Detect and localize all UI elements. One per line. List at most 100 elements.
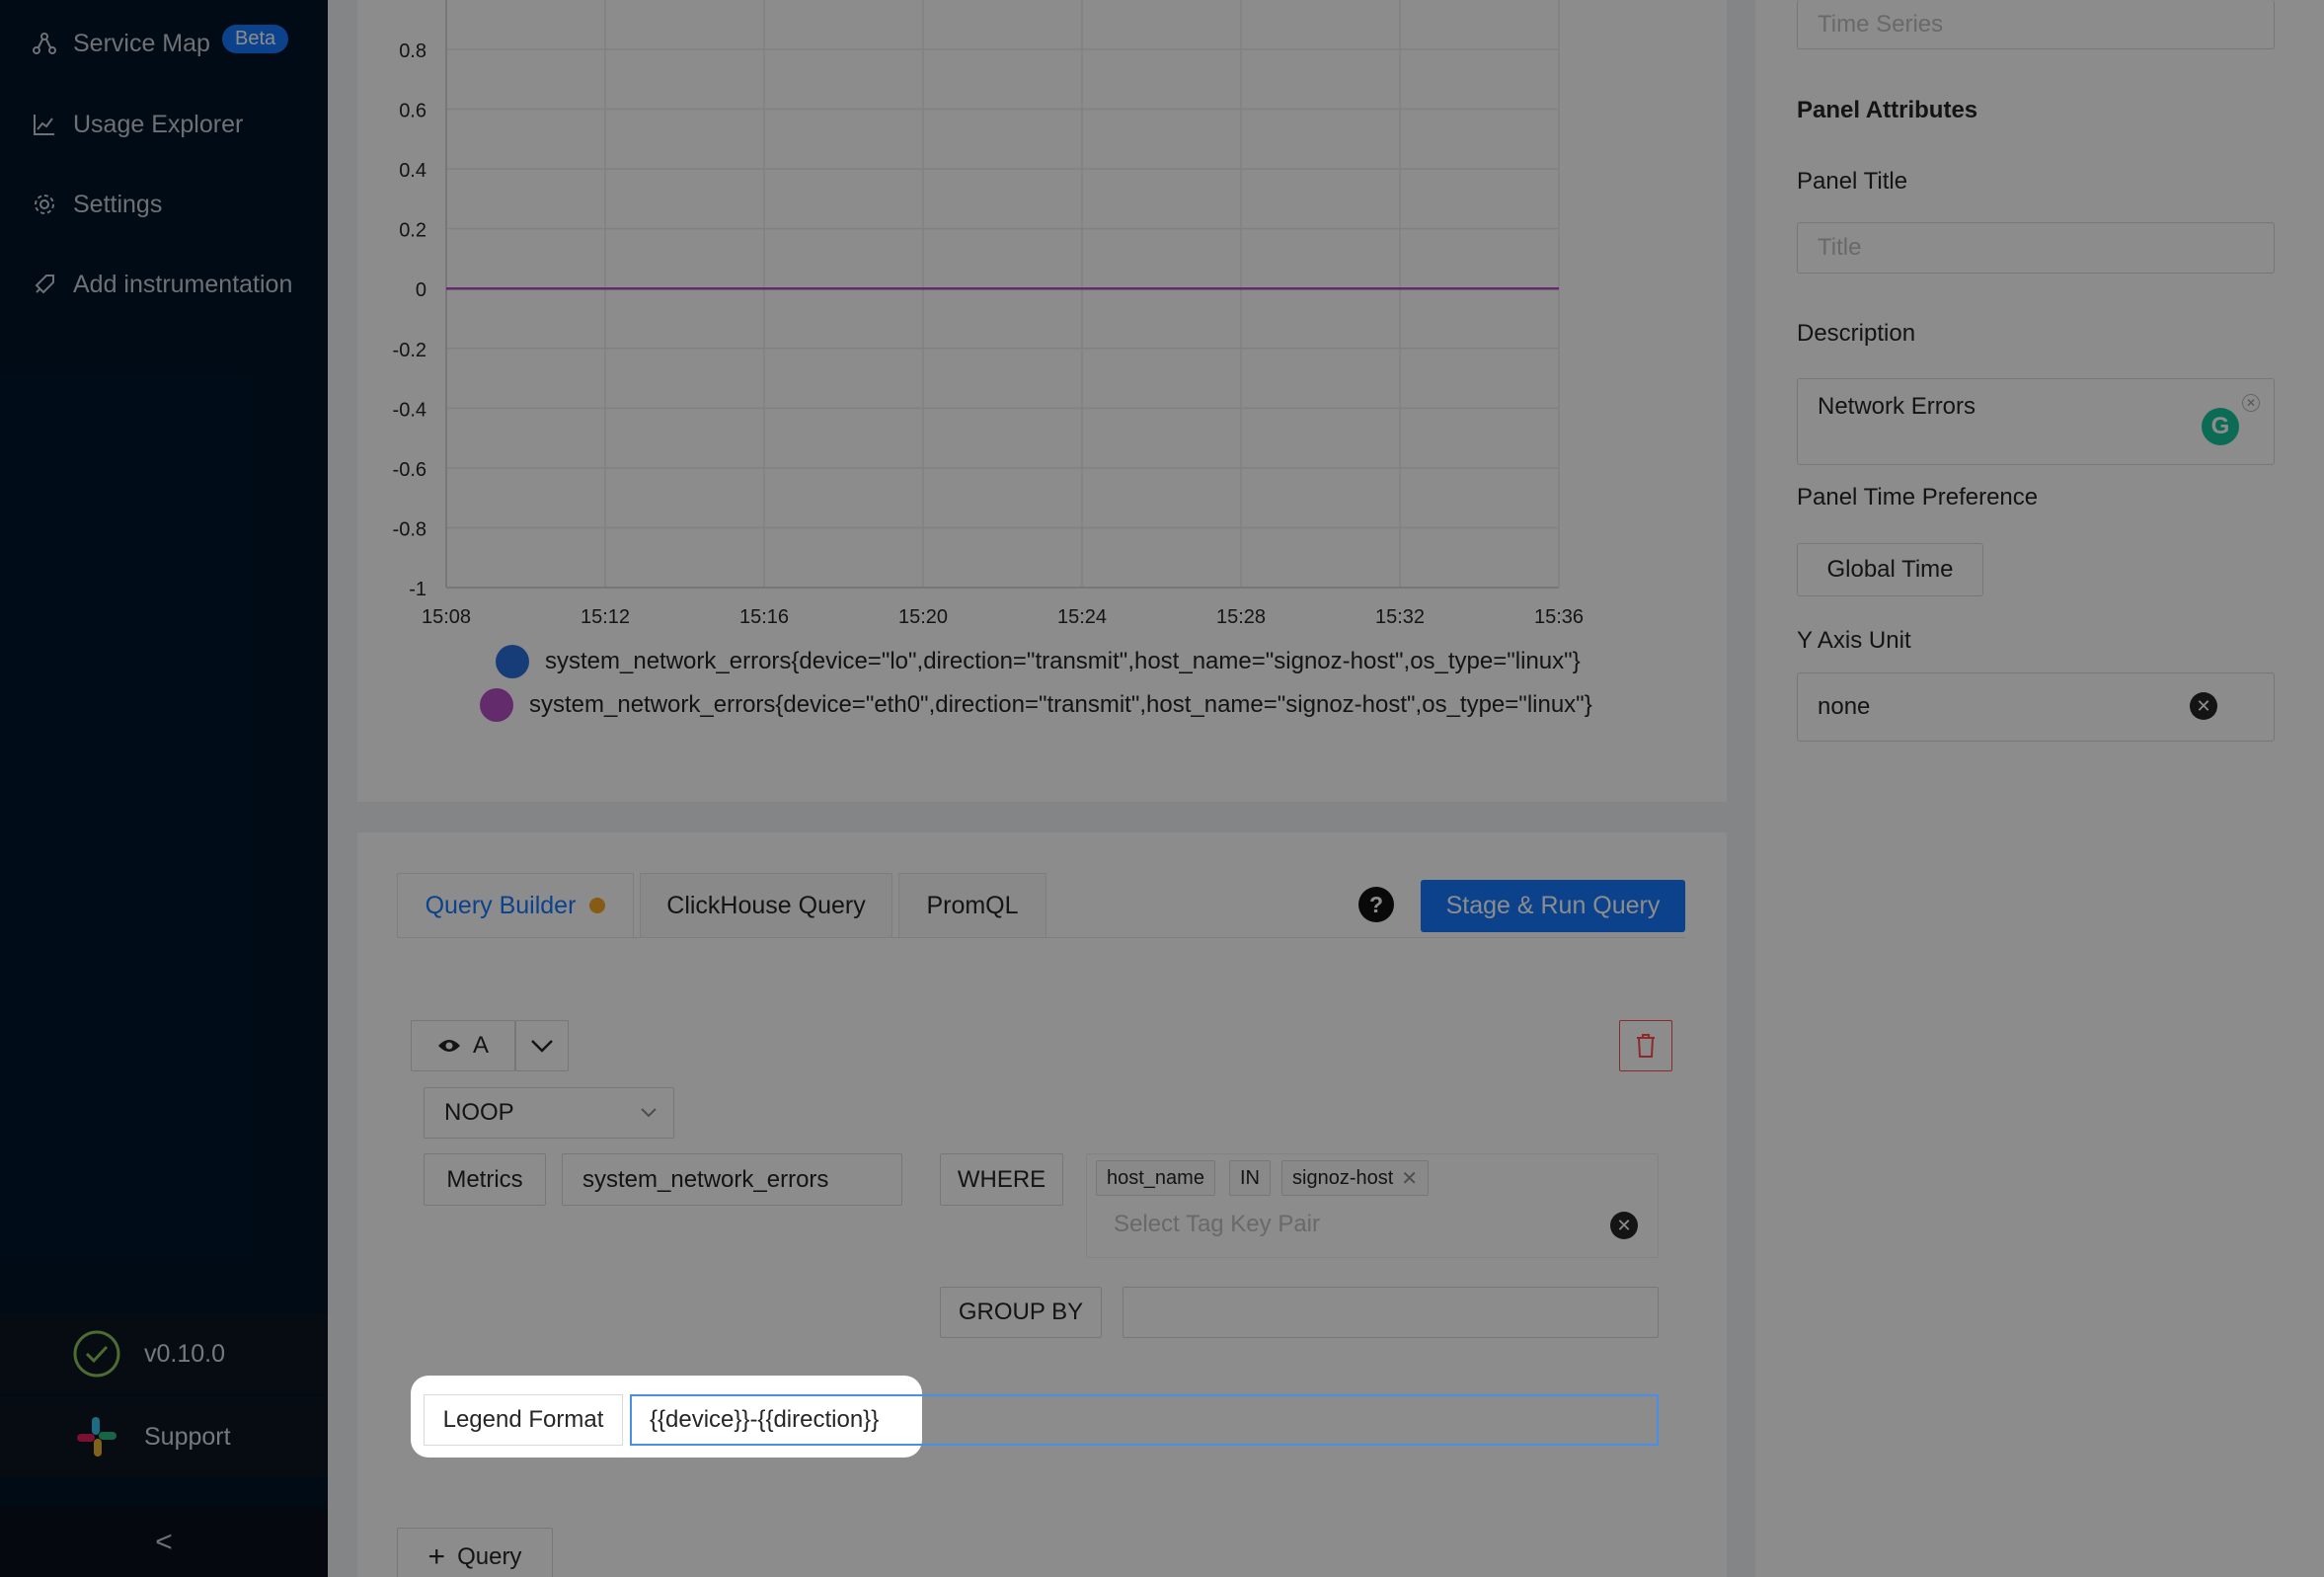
clear-icon[interactable]: ✕ <box>2190 692 2217 720</box>
metric-name-input[interactable]: system_network_errors <box>562 1153 902 1206</box>
sidebar: Service Map Beta Usage Explorer Settings… <box>0 0 328 1577</box>
sidebar-item-label: Settings <box>73 190 163 218</box>
legend-dot <box>480 688 513 722</box>
x-tick-label: 15:36 <box>1534 606 1584 628</box>
rocket-icon <box>30 270 59 299</box>
trash-icon <box>1637 1034 1655 1058</box>
chevron-down-icon <box>531 1040 553 1053</box>
y-tick-label: -1 <box>409 579 426 600</box>
panel-type-select[interactable]: Time Series <box>1797 0 2275 49</box>
legend-label: system_network_errors{device="lo",direct… <box>545 648 1581 674</box>
y-tick-label: -0.2 <box>393 340 426 361</box>
tab-divider <box>397 937 1685 938</box>
sidebar-item-usage-explorer[interactable]: Usage Explorer <box>0 95 328 154</box>
time-preference-button[interactable]: Global Time <box>1797 543 1983 596</box>
close-icon[interactable]: ✕ <box>2242 394 2260 412</box>
description-value: Network Errors <box>1818 393 1976 420</box>
x-tick-label: 15:28 <box>1216 606 1266 628</box>
panel-attributes-title: Panel Attributes <box>1797 97 1978 123</box>
delete-query-button[interactable] <box>1619 1020 1672 1071</box>
group-by-input[interactable] <box>1123 1287 1659 1338</box>
y-tick-label: 0.6 <box>399 101 426 122</box>
panel-type-value: Time Series <box>1818 10 1944 38</box>
panel-title-placeholder: Title <box>1818 234 1862 261</box>
unsaved-dot <box>589 898 606 913</box>
legend-item[interactable]: system_network_errors{device="lo",direct… <box>496 645 1581 678</box>
x-tick-label: 15:32 <box>1375 606 1425 628</box>
x-tick-label: 15:24 <box>1057 606 1107 628</box>
slack-icon <box>71 1411 122 1462</box>
sidebar-item-add-instrumentation[interactable]: Add instrumentation <box>0 255 328 314</box>
tab-label: ClickHouse Query <box>666 891 866 919</box>
metrics-label: Metrics <box>424 1153 546 1206</box>
collapse-query-button[interactable] <box>515 1020 569 1071</box>
y-tick-label: 0.8 <box>399 40 426 62</box>
x-tick-label: 15:16 <box>739 606 789 628</box>
time-preference-value: Global Time <box>1826 556 1954 583</box>
stage-run-query-button[interactable]: Stage & Run Query <box>1421 880 1685 932</box>
x-tick-label: 15:20 <box>898 606 948 628</box>
check-circle-icon <box>71 1328 122 1380</box>
time-preference-label: Panel Time Preference <box>1797 484 2039 511</box>
sidebar-item-label: Add instrumentation <box>73 270 293 298</box>
legend-dot <box>496 645 529 678</box>
sidebar-item-label: Usage Explorer <box>73 110 244 138</box>
add-query-label: Query <box>457 1543 522 1570</box>
panel-settings: Time Series Panel Attributes Panel Title… <box>1755 0 2324 1577</box>
service-map-icon <box>30 29 59 58</box>
sidebar-item-service-map[interactable]: Service Map Beta <box>0 14 328 73</box>
tab-query-builder[interactable]: Query Builder <box>397 873 634 938</box>
tag-key: host_name <box>1096 1160 1215 1196</box>
chart-svg: 0.8 0.6 0.4 0.2 0 -0.2 -0.4 -0.6 -0.8 -1 15:08 15:1… <box>393 0 1584 628</box>
sidebar-item-settings[interactable]: Settings <box>0 175 328 234</box>
panel-title-label: Panel Title <box>1797 168 1908 195</box>
y-axis-unit-label: Y Axis Unit <box>1797 627 1911 654</box>
y-tick-label: -0.8 <box>393 518 426 540</box>
aggregation-value: NOOP <box>444 1099 514 1126</box>
y-tick-label: 0.2 <box>399 220 426 242</box>
query-name: A <box>472 1032 489 1059</box>
help-icon[interactable]: ? <box>1358 887 1394 922</box>
tab-clickhouse-query[interactable]: ClickHouse Query <box>640 873 892 938</box>
legend-item[interactable]: system_network_errors{device="eth0",dire… <box>480 688 1592 722</box>
legend-format-input[interactable]: {{device}}-{{direction}} <box>630 1394 1659 1446</box>
version-indicator[interactable]: v0.10.0 <box>0 1313 328 1394</box>
chevron-down-icon <box>641 1108 657 1118</box>
panel-title-input[interactable]: Title <box>1797 222 2275 274</box>
close-icon[interactable]: ✕ <box>1401 1166 1418 1191</box>
tag-value-text: signoz-host <box>1292 1166 1394 1189</box>
y-tick-label: 0.4 <box>399 160 426 182</box>
plus-icon: + <box>427 1540 446 1573</box>
y-tick-label: -0.6 <box>393 459 426 481</box>
y-tick-label: -0.4 <box>393 399 426 421</box>
collapse-sidebar-button[interactable]: < <box>0 1507 328 1577</box>
tag-operator: IN <box>1229 1160 1271 1196</box>
legend-label: system_network_errors{device="eth0",dire… <box>529 691 1592 718</box>
group-by-label: GROUP BY <box>940 1287 1102 1338</box>
add-query-button[interactable]: + Query <box>397 1528 553 1577</box>
query-visibility-toggle[interactable]: A <box>411 1020 515 1071</box>
support-link[interactable]: Support <box>0 1396 328 1477</box>
chevron-left-icon: < <box>155 1525 173 1558</box>
tab-label: PromQL <box>926 891 1019 919</box>
grammarly-icon[interactable]: G <box>2202 408 2239 445</box>
legend-format-label: Legend Format <box>424 1394 623 1446</box>
tab-promql[interactable]: PromQL <box>898 873 1046 938</box>
clear-icon[interactable]: ✕ <box>1610 1212 1638 1239</box>
chart-card: 0.8 0.6 0.4 0.2 0 -0.2 -0.4 -0.6 -0.8 -1 15:08 15:1… <box>357 0 1727 802</box>
line-chart-icon <box>30 110 59 139</box>
version-text: v0.10.0 <box>144 1339 226 1368</box>
description-label: Description <box>1797 320 1916 347</box>
main-content: 0.8 0.6 0.4 0.2 0 -0.2 -0.4 -0.6 -0.8 -1 15:08 15:1… <box>328 0 1755 1577</box>
support-text: Support <box>144 1422 231 1451</box>
x-tick-label: 15:08 <box>422 606 471 628</box>
tag-value[interactable]: signoz-host ✕ <box>1281 1160 1430 1196</box>
aggregation-select[interactable]: NOOP <box>424 1087 674 1139</box>
y-axis-unit-value: none <box>1818 693 1871 720</box>
beta-badge: Beta <box>222 25 289 53</box>
sidebar-item-label: Service Map <box>73 29 210 57</box>
where-label: WHERE <box>940 1153 1063 1206</box>
x-tick-label: 15:12 <box>581 606 630 628</box>
tab-label: Query Builder <box>425 891 577 919</box>
y-tick-label: 0 <box>416 279 426 301</box>
